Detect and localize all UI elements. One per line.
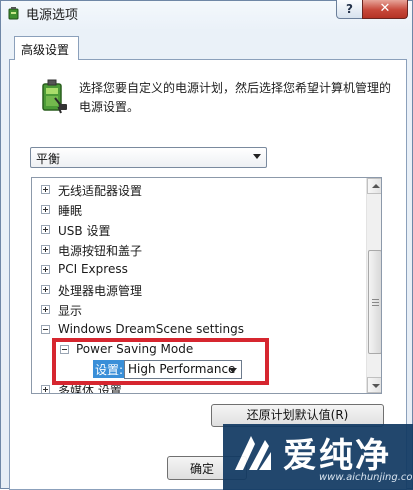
expand-icon[interactable] (41, 185, 50, 194)
watermark-logo-icon (235, 436, 271, 470)
expand-icon[interactable] (41, 265, 50, 274)
tree-item-label: USB 设置 (58, 224, 111, 238)
power-options-icon (8, 7, 19, 20)
title-bar[interactable]: 电源选项 ? ✕ (1, 0, 412, 25)
chevron-down-icon (253, 154, 261, 159)
expand-icon[interactable] (41, 205, 50, 214)
expand-icon[interactable] (41, 305, 50, 314)
tree-scrollbar[interactable] (366, 178, 381, 393)
description-text: 选择您要自定义的电源计划，然后选择您希望计算机管理的电源设置。 (79, 81, 392, 114)
tree-item-label: PCI Express (58, 262, 128, 276)
tree-item-label: 睡眠 (58, 204, 83, 218)
close-button[interactable]: ✕ (362, 0, 408, 19)
expand-icon[interactable] (41, 225, 50, 234)
grip-icon (372, 299, 379, 300)
scroll-down-button[interactable] (367, 377, 381, 393)
tree-item-label: 显示 (58, 304, 83, 318)
tree-item-label: 无线适配器设置 (58, 184, 143, 198)
expand-icon[interactable] (41, 285, 50, 294)
collapse-icon[interactable] (41, 325, 50, 334)
window-title: 电源选项 (26, 8, 79, 23)
scroll-thumb[interactable] (368, 250, 381, 354)
tree-item-label: 电源按钮和盖子 (58, 244, 143, 258)
tree-item-label: Windows DreamScene settings (58, 322, 244, 336)
power-plan-value: 平衡 (36, 152, 61, 166)
highlight-annotation (52, 338, 269, 385)
power-plan-dropdown[interactable]: 平衡 (30, 147, 267, 168)
tree-item-label: 处理器电源管理 (58, 284, 143, 298)
watermark-url: www.aichunjing.com (319, 472, 413, 483)
watermark: 爱纯净 www.aichunjing.com (223, 424, 413, 490)
tab-advanced-settings[interactable]: 高级设置 (14, 36, 79, 60)
expand-icon[interactable] (41, 245, 50, 254)
watermark-text: 爱纯净 (283, 436, 391, 476)
battery-icon (42, 79, 67, 114)
scroll-up-button[interactable] (367, 178, 381, 194)
help-button[interactable]: ? (336, 0, 363, 19)
expand-icon[interactable] (41, 385, 50, 393)
power-options-window: 电源选项 ? ✕ 高级设置 选择您要自定义的电源计划，然后选择您希望计算机管理的… (0, 0, 413, 490)
